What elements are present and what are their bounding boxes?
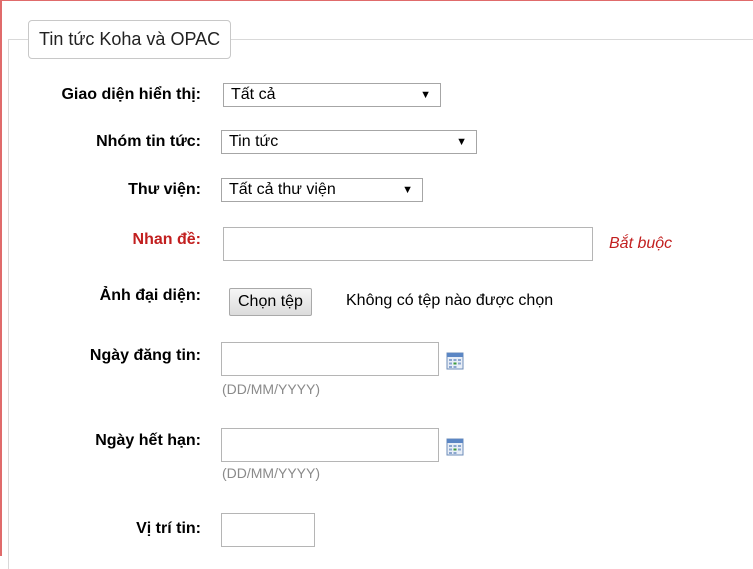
expiry-date-hint: (DD/MM/YYYY)	[222, 465, 320, 481]
required-note: Bắt buộc	[609, 235, 673, 252]
news-group-label: Nhóm tin tức:	[96, 133, 201, 150]
publish-date-input[interactable]	[221, 342, 439, 376]
calendar-icon[interactable]	[446, 438, 464, 456]
expiry-date-input[interactable]	[221, 428, 439, 462]
expiry-date-label: Ngày hết hạn:	[95, 432, 201, 449]
calendar-icon[interactable]	[446, 352, 464, 370]
image-label: Ảnh đại diện:	[99, 287, 201, 304]
news-group-select-value: Tin tức	[229, 133, 279, 150]
dropdown-arrow-icon: ▼	[420, 89, 431, 101]
library-select[interactable]: Tất cả thư viện ▼	[221, 178, 423, 202]
position-input[interactable]	[221, 513, 315, 547]
dropdown-arrow-icon: ▼	[456, 136, 467, 148]
title-input[interactable]	[223, 227, 593, 261]
file-status: Không có tệp nào được chọn	[346, 292, 554, 309]
display-label: Giao diện hiển thị:	[61, 86, 201, 103]
publish-date-label: Ngày đăng tin:	[89, 347, 201, 364]
dropdown-arrow-icon: ▼	[402, 184, 413, 196]
display-select[interactable]: Tất cả ▼	[223, 83, 441, 107]
title-label: Nhan đề:	[132, 231, 201, 248]
publish-date-hint: (DD/MM/YYYY)	[222, 381, 320, 397]
fieldset-legend: Tin tức Koha và OPAC	[28, 20, 232, 59]
library-select-value: Tất cả thư viện	[229, 181, 336, 198]
choose-file-button[interactable]: Chọn tệp	[229, 288, 312, 316]
position-label: Vị trí tin:	[136, 520, 201, 537]
library-label: Thư viện:	[128, 181, 201, 198]
news-group-select[interactable]: Tin tức ▼	[221, 130, 477, 154]
display-select-value: Tất cả	[231, 86, 276, 103]
